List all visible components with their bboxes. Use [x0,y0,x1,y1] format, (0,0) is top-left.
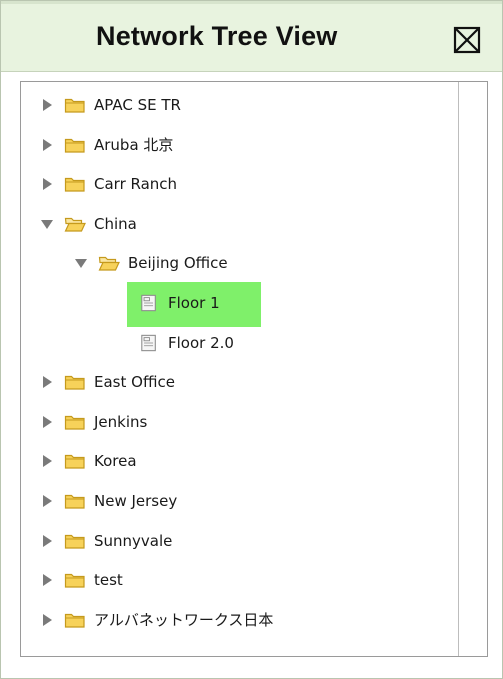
folder-icon [64,376,85,390]
tree-item-label: アルバネットワークス日本 [94,611,274,630]
tree-item-label: Jenkins [94,412,148,431]
tree-item-label: APAC SE TR [94,96,181,114]
triangle-right-icon[interactable] [40,454,54,468]
tree-item-label: Carr Ranch [94,175,178,194]
folder-icon [64,494,85,509]
floor-plan-icon [141,334,156,351]
triangle-right-icon[interactable] [40,534,54,548]
folder-icon [64,98,85,113]
tree-item-label: Sunnyvale [94,531,173,550]
tree-item-label: Floor 2.0 [168,333,234,352]
folder-icon [64,415,85,430]
tree-folder-item[interactable]: East Office [40,366,175,398]
tree-item-label: Aruba 北京 [94,136,174,155]
folder-icon [64,534,85,549]
close-box-icon [453,26,481,54]
tree-folder-item[interactable]: China [40,208,137,240]
tree-item-label: Korea [94,452,137,471]
triangle-right-icon[interactable] [40,573,54,587]
triangle-right-icon[interactable] [40,98,54,112]
tree-item-label: Beijing Office [128,254,228,273]
tree-folder-item[interactable]: APAC SE TR [40,89,181,121]
tree-folder-item[interactable]: アルバネットワークス日本 [40,604,273,636]
tree-folder-item[interactable]: Jenkins [40,406,147,438]
folder-icon [64,574,85,588]
scrollbar-track[interactable] [458,82,487,656]
tree-folder-item[interactable]: New Jersey [40,485,177,517]
triangle-right-icon[interactable] [40,177,54,191]
folder-icon [64,455,85,469]
folder-open-icon [64,217,86,232]
triangle-right-icon[interactable] [40,138,54,152]
folder-icon [64,178,85,192]
panel-title: Network Tree View [96,21,338,51]
tree-folder-item[interactable]: Carr Ranch [40,168,177,200]
triangle-right-icon[interactable] [40,613,54,627]
triangle-right-icon[interactable] [40,494,54,508]
folder-icon [64,613,85,628]
tree-folder-item[interactable]: Korea [40,445,137,477]
network-tree-panel: Network Tree View APAC SE TR Aruba 北京 Carr… [0,0,503,679]
close-button[interactable] [453,26,483,56]
title-bar: Network Tree View [1,1,502,72]
triangle-down-icon[interactable] [74,256,88,270]
title-bar-edge [1,1,502,4]
tree-folder-item[interactable]: test [40,564,123,596]
floor-plan-icon [141,294,156,312]
tree-floor-item[interactable]: Floor 2.0 [138,327,234,359]
tree-floor-item[interactable]: Floor 1 [138,287,220,319]
tree-item-label: China [94,214,137,233]
tree-folder-item[interactable]: Beijing Office [74,247,228,279]
triangle-right-icon[interactable] [40,415,54,429]
tree-item-label: test [94,571,123,590]
tree-item-label: Floor 1 [168,294,220,312]
tree-item-label: East Office [94,373,175,392]
tree-folder-item[interactable]: Sunnyvale [40,525,172,557]
triangle-down-icon[interactable] [40,217,54,231]
tree-item-label: New Jersey [94,492,178,510]
folder-icon [64,138,85,153]
triangle-right-icon[interactable] [40,375,54,389]
folder-open-icon [98,257,120,271]
tree-folder-item[interactable]: Aruba 北京 [40,129,173,161]
